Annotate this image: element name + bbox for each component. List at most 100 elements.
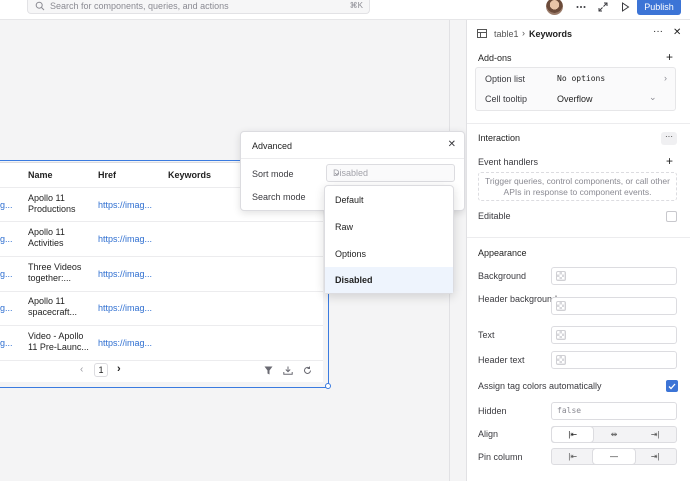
- add-icon[interactable]: +: [666, 50, 673, 64]
- hidden-label: Hidden: [478, 406, 507, 416]
- option-list-label[interactable]: Option list: [485, 73, 525, 86]
- table-row[interactable]: g... Apollo 11 Activities https://imag..…: [0, 222, 323, 257]
- resize-handle[interactable]: [325, 383, 331, 389]
- event-handlers-hint[interactable]: Trigger queries, control components, or …: [478, 172, 677, 201]
- table-cell-link[interactable]: https://imag...: [98, 269, 152, 279]
- table-cell[interactable]: g...: [0, 234, 13, 244]
- color-swatch: [556, 330, 566, 340]
- interaction-title: Interaction: [478, 133, 521, 143]
- sort-mode-select[interactable]: Disabled ⌄: [326, 164, 455, 182]
- event-handlers-label: Event handlers: [478, 157, 539, 167]
- close-icon[interactable]: ✕: [673, 27, 681, 38]
- column-header-name[interactable]: Name: [28, 170, 53, 180]
- color-swatch: [556, 355, 566, 365]
- search-placeholder: Search for components, queries, and acti…: [50, 1, 229, 11]
- pin-none-icon[interactable]: —: [593, 449, 635, 464]
- search-mode-label: Search mode: [252, 192, 306, 202]
- table-cell[interactable]: g...: [0, 338, 13, 348]
- sort-mode-label: Sort mode: [252, 169, 294, 179]
- chevron-down-icon: ⌄: [333, 167, 341, 177]
- table-cell[interactable]: Apollo 11 spacecraft...: [28, 296, 90, 318]
- assign-tag-colors-label: Assign tag colors automatically: [478, 381, 602, 391]
- text-color-input[interactable]: [551, 326, 677, 344]
- header-background-label: Header background: [478, 294, 558, 304]
- divider: [467, 123, 690, 124]
- header-background-color-input[interactable]: [551, 297, 677, 315]
- sort-mode-dropdown: Default Raw Options Disabled: [324, 185, 454, 294]
- play-icon[interactable]: [618, 0, 632, 14]
- table-row[interactable]: g... Apollo 11 spacecraft... https://ima…: [0, 291, 323, 326]
- text-label: Text: [478, 330, 495, 340]
- align-segmented-control: |⇤ ⇹ ⇥|: [551, 426, 677, 443]
- align-right-icon[interactable]: ⇥|: [635, 427, 676, 442]
- prev-page-icon[interactable]: ‹: [80, 364, 83, 375]
- table-cell-link[interactable]: https://imag...: [98, 303, 152, 313]
- align-label: Align: [478, 429, 499, 439]
- background-label: Background: [478, 271, 527, 281]
- pin-left-icon[interactable]: |⇤: [552, 449, 593, 464]
- appearance-title: Appearance: [478, 248, 527, 258]
- table-row[interactable]: g... Three Videos together:... https://i…: [0, 257, 323, 292]
- pin-column-label: Pin column: [478, 452, 523, 462]
- pin-column-segmented-control: |⇤ — ⇥|: [551, 448, 677, 465]
- table-cell[interactable]: Three Videos together:...: [28, 262, 90, 284]
- add-icon[interactable]: +: [666, 154, 673, 168]
- dropdown-option-disabled[interactable]: Disabled: [325, 267, 453, 293]
- table-cell[interactable]: Video - Apollo 11 Pre-Launc...: [28, 331, 90, 353]
- more-icon[interactable]: [574, 0, 588, 14]
- editable-label: Editable: [478, 211, 511, 221]
- table-cell[interactable]: g...: [0, 303, 13, 313]
- background-color-input[interactable]: [551, 267, 677, 285]
- expand-icon[interactable]: [596, 0, 610, 14]
- inspector-panel: table1 › Keywords ··· ✕ Add-ons + Option…: [466, 20, 690, 481]
- editable-checkbox[interactable]: [666, 211, 677, 222]
- align-center-icon[interactable]: ⇹: [593, 427, 634, 442]
- assign-tag-colors-checkbox[interactable]: [666, 380, 678, 392]
- download-icon[interactable]: [283, 366, 293, 375]
- cell-tooltip-value[interactable]: Overflow: [557, 94, 593, 104]
- table-row[interactable]: g... Video - Apollo 11 Pre-Launc... http…: [0, 326, 323, 361]
- divider: [467, 237, 690, 238]
- table-cell[interactable]: g...: [0, 269, 13, 279]
- more-icon[interactable]: ···: [661, 132, 677, 145]
- dropdown-option-default[interactable]: Default: [325, 187, 453, 213]
- search-input[interactable]: Search for components, queries, and acti…: [27, 0, 370, 14]
- search-icon: [35, 1, 45, 11]
- avatar[interactable]: [546, 0, 563, 15]
- more-icon[interactable]: ···: [653, 26, 663, 37]
- publish-button[interactable]: Publish: [637, 0, 681, 15]
- chevron-right-icon[interactable]: ›: [664, 73, 667, 83]
- next-page-icon[interactable]: ›: [117, 363, 121, 375]
- cell-tooltip-label: Cell tooltip: [485, 94, 528, 104]
- table-cell-link[interactable]: https://imag...: [98, 234, 152, 244]
- align-left-icon[interactable]: |⇤: [552, 427, 594, 442]
- chevron-down-icon[interactable]: ⌄: [649, 92, 657, 103]
- color-swatch: [556, 271, 566, 281]
- refresh-icon[interactable]: [303, 366, 312, 375]
- breadcrumb-column: Keywords: [529, 29, 573, 39]
- chevron-right-icon: ›: [522, 28, 525, 38]
- table-cell[interactable]: Apollo 11 Activities: [28, 227, 90, 249]
- header-text-color-input[interactable]: [551, 351, 677, 369]
- hidden-input[interactable]: false: [551, 402, 677, 420]
- pin-right-icon[interactable]: ⇥|: [635, 449, 676, 464]
- close-icon[interactable]: ✕: [448, 139, 456, 150]
- option-list-value[interactable]: No options: [557, 74, 605, 83]
- search-shortcut: ⌘K: [349, 1, 363, 10]
- popover-title: Advanced: [252, 141, 293, 151]
- check-icon: [668, 383, 676, 389]
- table-footer: ‹ 1 ›: [0, 360, 323, 382]
- table-cell-link[interactable]: https://imag...: [98, 338, 152, 348]
- column-header-keywords[interactable]: Keywords: [168, 170, 211, 180]
- table-cell[interactable]: g...: [0, 200, 13, 210]
- table-cell[interactable]: Apollo 11 Productions: [28, 193, 90, 215]
- column-header-href[interactable]: Href: [98, 170, 116, 180]
- divider: [241, 158, 464, 159]
- color-swatch: [556, 301, 566, 311]
- dropdown-option-options[interactable]: Options: [325, 241, 453, 267]
- dropdown-option-raw[interactable]: Raw: [325, 214, 453, 240]
- filter-icon[interactable]: [264, 366, 273, 375]
- page-number[interactable]: 1: [94, 363, 108, 377]
- table-cell-link[interactable]: https://imag...: [98, 200, 152, 210]
- breadcrumb-component[interactable]: table1: [494, 29, 519, 39]
